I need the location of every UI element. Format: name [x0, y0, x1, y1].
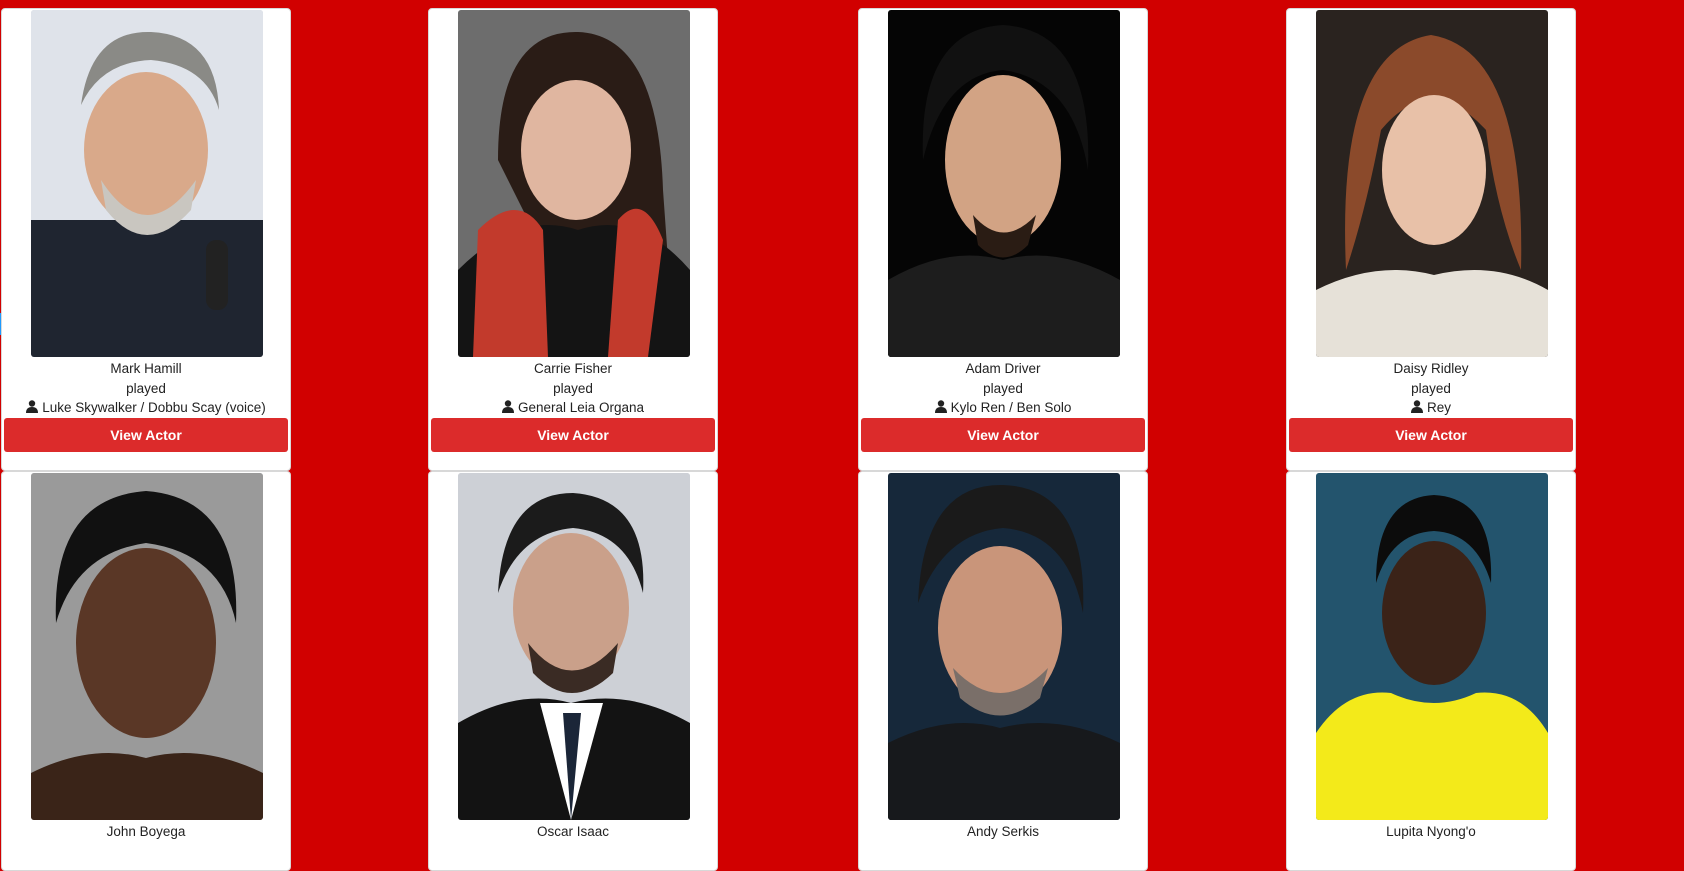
actor-photo	[458, 10, 690, 357]
played-label: played	[553, 381, 593, 396]
actor-name: Andy Serkis	[966, 824, 1040, 839]
actor-card: Andy Serkis	[858, 471, 1148, 871]
actor-name: Adam Driver	[965, 361, 1041, 376]
role-text: Luke Skywalker / Dobbu Scay (voice)	[42, 400, 266, 415]
actor-card: Carrie Fisher played General Leia Organa…	[428, 8, 718, 471]
actor-card: Daisy Ridley played Rey View Actor	[1286, 8, 1576, 471]
actor-photo	[31, 473, 263, 820]
played-label: played	[1411, 381, 1451, 396]
actor-photo	[1316, 10, 1548, 357]
user-icon	[26, 400, 39, 413]
actor-name: John Boyega	[106, 824, 186, 839]
actor-name: Mark Hamill	[110, 361, 182, 376]
actor-photo	[888, 10, 1120, 357]
view-actor-button[interactable]: View Actor	[431, 418, 715, 452]
actor-role: Kylo Ren / Ben Solo	[859, 399, 1147, 417]
played-label: played	[983, 381, 1023, 396]
actor-role: General Leia Organa	[429, 399, 717, 417]
actor-card: Adam Driver played Kylo Ren / Ben Solo V…	[858, 8, 1148, 471]
view-actor-button[interactable]: View Actor	[861, 418, 1145, 452]
actor-name: Oscar Isaac	[536, 824, 610, 839]
role-text: General Leia Organa	[517, 400, 645, 415]
actor-card: Oscar Isaac	[428, 471, 718, 871]
view-actor-button[interactable]: View Actor	[1289, 418, 1573, 452]
actor-grid: Mark Hamill played Luke Skywalker / Dobb…	[0, 0, 1684, 871]
actor-name: Daisy Ridley	[1393, 361, 1469, 376]
actor-role: Rey	[1287, 399, 1575, 417]
actor-photo	[888, 473, 1120, 820]
actor-card: John Boyega	[1, 471, 291, 871]
actor-role: Luke Skywalker / Dobbu Scay (voice)	[2, 399, 290, 417]
played-label: played	[126, 381, 166, 396]
actor-photo	[31, 10, 263, 357]
actor-card: Mark Hamill played Luke Skywalker / Dobb…	[1, 8, 291, 471]
actor-photo	[1316, 473, 1548, 820]
actor-photo	[458, 473, 690, 820]
user-icon	[1410, 400, 1423, 413]
view-actor-button[interactable]: View Actor	[4, 418, 288, 452]
actor-name: Carrie Fisher	[533, 361, 612, 376]
role-text: Kylo Ren / Ben Solo	[950, 400, 1072, 415]
user-icon	[934, 400, 947, 413]
actor-name: Lupita Nyong'o	[1386, 824, 1476, 839]
user-icon	[501, 400, 514, 413]
actor-card: Lupita Nyong'o	[1286, 471, 1576, 871]
role-text: Rey	[1426, 400, 1451, 415]
